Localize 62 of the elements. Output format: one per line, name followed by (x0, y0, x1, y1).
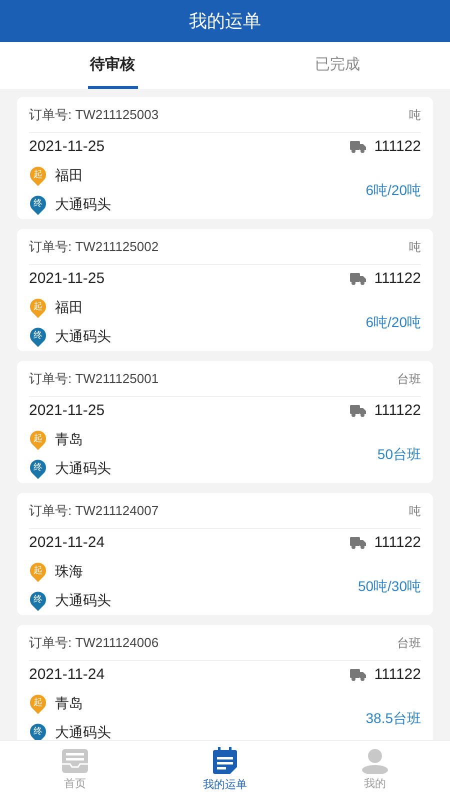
page-title: 我的运单 (189, 10, 261, 32)
load-amount: 38.5台班 (366, 708, 421, 728)
tab[interactable]: 待审核 (0, 42, 225, 89)
inbox-icon (61, 748, 89, 774)
destination-text: 大通码头 (55, 723, 111, 740)
order-card[interactable]: 订单号: TW211125002 吨 2021-11-25 111122 起 福田 终 大通码头 6吨/20吨 (17, 229, 433, 351)
destination-text: 大通码头 (55, 195, 111, 214)
order-number: 订单号: TW211125002 (29, 238, 159, 256)
destination-pin-icon: 终 (29, 458, 47, 478)
load-amount: 6吨/20吨 (366, 312, 421, 332)
truck-icon (350, 537, 366, 549)
order-card[interactable]: 订单号: TW211125001 台班 2021-11-25 111122 起 青岛 终 大通码头 50台班 (17, 361, 433, 483)
order-card[interactable]: 订单号: TW211124007 吨 2021-11-24 111122 起 珠海 终 大通码头 50吨/30吨 (17, 493, 433, 615)
vehicle-number: 111122 (374, 532, 421, 553)
order-number: 订单号: TW211125003 (29, 106, 159, 124)
nav-tab[interactable]: 我的运单 (150, 741, 300, 800)
order-number: 订单号: TW211124006 (29, 634, 159, 652)
origin-text: 青岛 (55, 430, 83, 449)
truck-icon (350, 405, 366, 417)
vehicle-number: 111122 (374, 664, 421, 685)
load-amount: 6吨/20吨 (366, 180, 421, 200)
truck-icon (350, 273, 366, 285)
destination-pin-icon: 终 (29, 326, 47, 346)
unit-label: 吨 (409, 238, 421, 256)
truck-icon (350, 141, 366, 153)
order-number: 订单号: TW211125001 (29, 370, 159, 388)
order-date: 2021-11-24 (29, 532, 105, 553)
vehicle-number: 111122 (374, 136, 421, 157)
vehicle-number: 111122 (374, 268, 421, 289)
order-date: 2021-11-25 (29, 400, 105, 421)
destination-text: 大通码头 (55, 459, 111, 478)
destination-text: 大通码头 (55, 327, 111, 346)
origin-pin-icon: 起 (29, 430, 47, 450)
origin-pin-icon: 起 (29, 298, 47, 318)
order-number: 订单号: TW211124007 (29, 502, 159, 520)
unit-label: 台班 (397, 634, 421, 652)
order-date: 2021-11-25 (29, 268, 105, 289)
origin-pin-icon: 起 (29, 562, 47, 582)
destination-pin-icon: 终 (29, 590, 47, 610)
order-date: 2021-11-25 (29, 136, 105, 157)
order-card[interactable]: 订单号: TW211125003 吨 2021-11-25 111122 起 福田 终 大通码头 6吨/20吨 (17, 97, 433, 219)
document-icon (212, 747, 238, 776)
origin-text: 福田 (55, 166, 83, 185)
unit-label: 台班 (397, 370, 421, 388)
unit-label: 吨 (409, 106, 421, 124)
truck-icon (350, 669, 366, 681)
load-amount: 50台班 (377, 444, 421, 464)
vehicle-number: 111122 (374, 400, 421, 421)
origin-pin-icon: 起 (29, 166, 47, 186)
tab[interactable]: 已完成 (225, 42, 450, 89)
person-icon (362, 748, 388, 774)
unit-label: 吨 (409, 502, 421, 520)
origin-text: 福田 (55, 298, 83, 317)
tab-indicator (88, 86, 138, 89)
origin-pin-icon: 起 (29, 694, 47, 714)
load-amount: 50吨/30吨 (358, 576, 421, 596)
origin-text: 青岛 (55, 694, 83, 713)
destination-pin-icon: 终 (29, 194, 47, 214)
order-date: 2021-11-24 (29, 664, 105, 685)
origin-text: 珠海 (55, 562, 83, 581)
destination-text: 大通码头 (55, 591, 111, 610)
order-card[interactable]: 订单号: TW211124006 台班 2021-11-24 111122 起 青岛 终 大通码头 38.5台班 (17, 625, 433, 740)
